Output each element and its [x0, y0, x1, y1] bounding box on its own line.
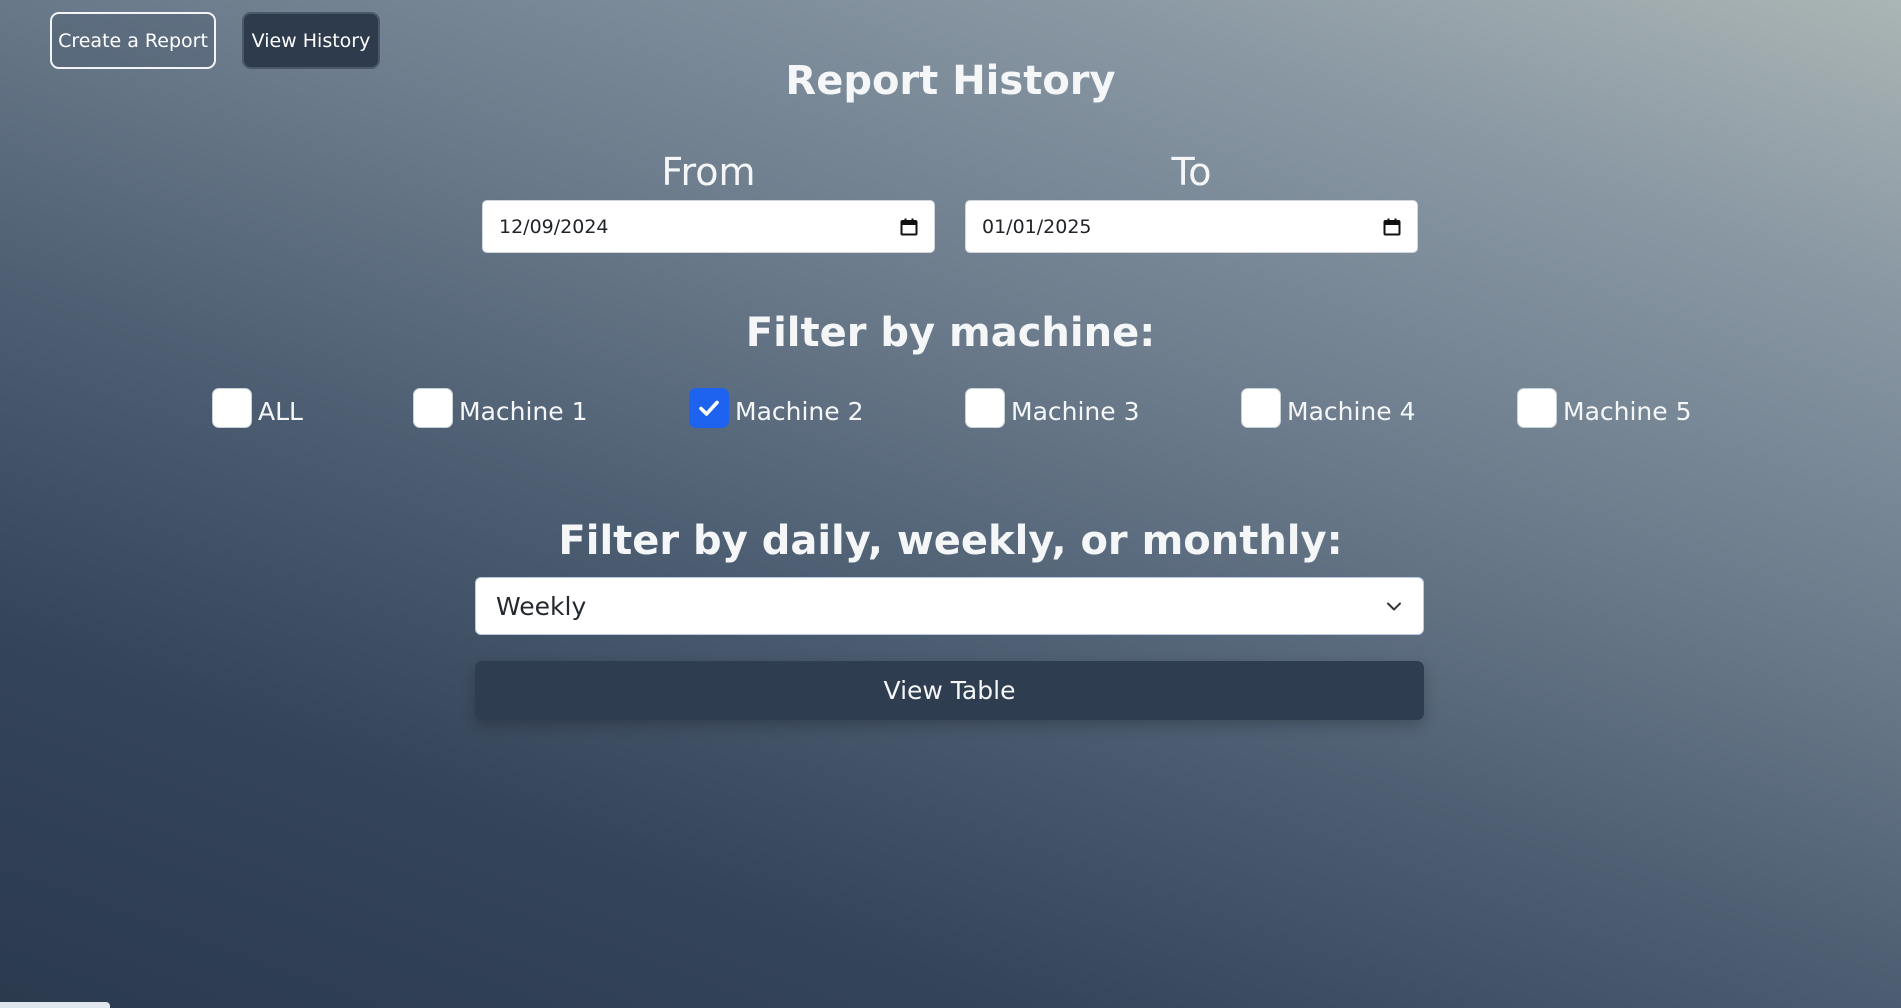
from-label: From — [661, 150, 756, 194]
chevron-down-icon — [1387, 602, 1401, 611]
checkbox-machine-2[interactable]: Machine 2 — [689, 387, 864, 429]
to-date-value: 01/01/2025 — [982, 215, 1092, 238]
checkbox-machine-5[interactable]: Machine 5 — [1517, 387, 1692, 429]
checkbox-box[interactable] — [965, 388, 1005, 428]
to-date-input[interactable]: 01/01/2025 — [965, 200, 1418, 253]
to-label: To — [1171, 150, 1212, 194]
period-filter-title: Filter by daily, weekly, or monthly: — [558, 518, 1343, 564]
checkbox-label: Machine 3 — [1011, 396, 1140, 426]
period-select-value: Weekly — [496, 591, 587, 621]
partial-overlay-element — [0, 1002, 110, 1008]
checkbox-box[interactable] — [413, 388, 453, 428]
checkbox-label: Machine 5 — [1563, 396, 1692, 426]
checkbox-label: ALL — [258, 396, 303, 426]
page-title: Report History — [785, 58, 1116, 104]
checkbox-label: Machine 2 — [735, 396, 864, 426]
from-date-value: 12/09/2024 — [499, 215, 609, 238]
checkbox-box[interactable] — [689, 388, 729, 428]
checkbox-label: Machine 1 — [459, 396, 588, 426]
view-table-button[interactable]: View Table — [475, 661, 1424, 720]
machine-filter-title: Filter by machine: — [745, 310, 1156, 356]
checkbox-box[interactable] — [212, 388, 252, 428]
checkbox-box[interactable] — [1517, 388, 1557, 428]
calendar-icon[interactable] — [1383, 218, 1401, 236]
calendar-icon[interactable] — [900, 218, 918, 236]
checkbox-machine-4[interactable]: Machine 4 — [1241, 387, 1416, 429]
checkbox-box[interactable] — [1241, 388, 1281, 428]
checkbox-label: Machine 4 — [1287, 396, 1416, 426]
checkmark-icon — [699, 400, 719, 416]
checkbox-machine-3[interactable]: Machine 3 — [965, 387, 1140, 429]
checkbox-machine-1[interactable]: Machine 1 — [413, 387, 588, 429]
checkbox-all[interactable]: ALL — [212, 387, 303, 429]
period-select[interactable]: Weekly — [475, 577, 1424, 635]
from-date-input[interactable]: 12/09/2024 — [482, 200, 935, 253]
